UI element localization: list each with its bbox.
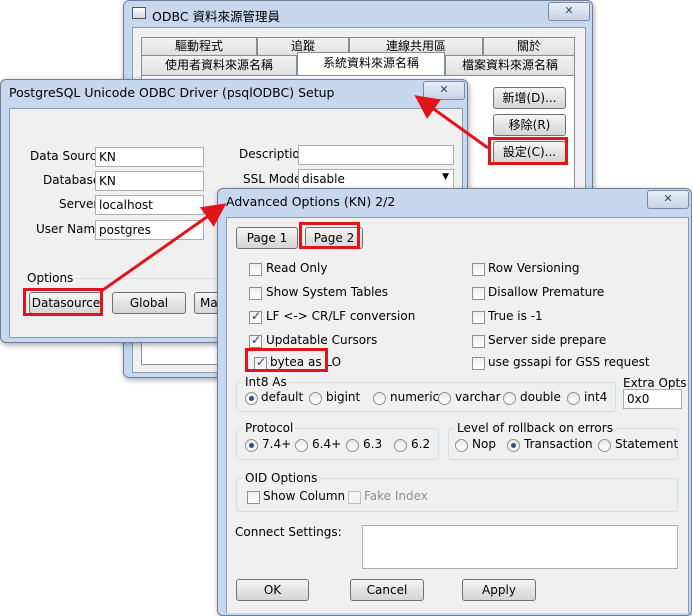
arrow-to-advanced-title [99,203,227,294]
annotation-arrows [99,95,489,294]
arrow-to-setup-title [414,95,489,150]
